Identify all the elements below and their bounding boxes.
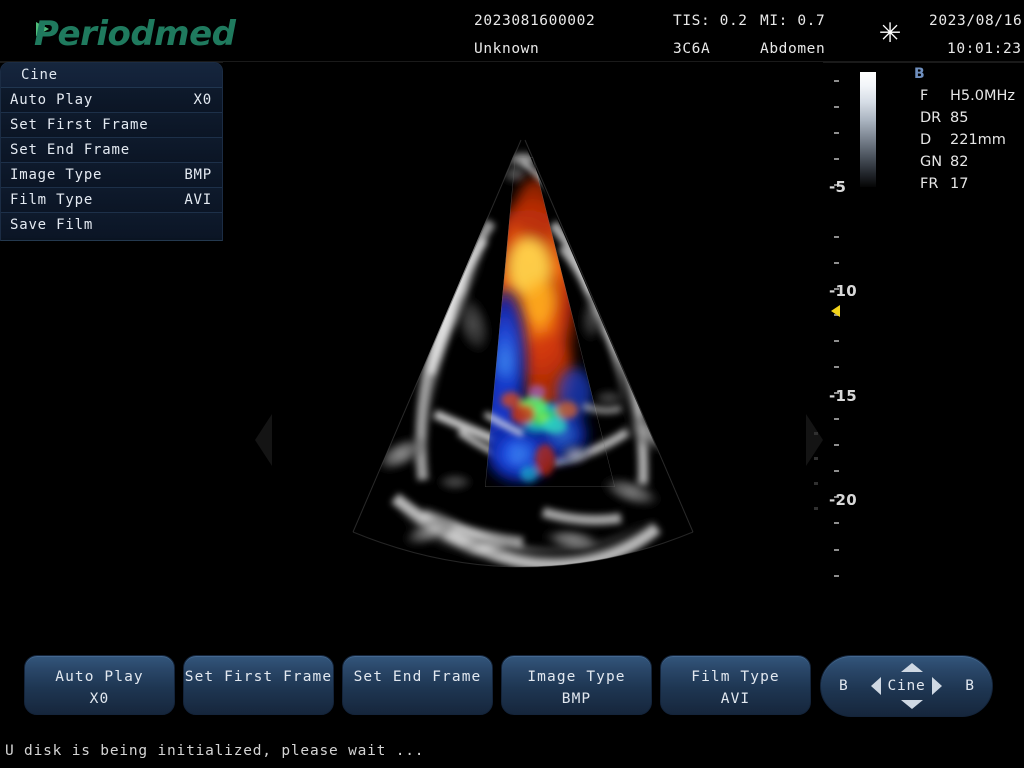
param-key: D <box>920 132 931 148</box>
param-value: 17 <box>950 176 968 192</box>
menu-item-value: X0 <box>194 92 212 108</box>
param-key: GN <box>920 154 942 170</box>
depth-minor-tick <box>834 80 839 82</box>
depth-minor-tick <box>834 366 839 368</box>
nav-right-label: B <box>965 678 974 694</box>
menu-item-label: Set First Frame <box>10 117 148 133</box>
focus-marker-icon[interactable] <box>831 305 840 317</box>
menu-item-set-first-frame[interactable]: Set First Frame <box>1 113 222 138</box>
softkey-image-type[interactable]: Image Type BMP <box>501 655 652 715</box>
menu-item-label: Set End Frame <box>10 142 130 158</box>
depth-minor-tick <box>834 549 839 551</box>
param-key: F <box>920 88 928 104</box>
param-value: H5.0MHz <box>950 88 1015 104</box>
menu-item-auto-play[interactable]: Auto Play X0 <box>1 88 222 113</box>
sector-tick-mark <box>814 482 818 485</box>
parameter-panel: B F H5.0MHz DR 85 D 221mm GN 82 FR 17 <box>905 62 1024 202</box>
depth-minor-tick <box>834 418 839 420</box>
patient-id: 2023081600002 <box>474 13 595 29</box>
softkey-value: AVI <box>661 691 810 707</box>
soft-button-bar: Auto Play X0 Set First Frame Set End Fra… <box>0 640 1024 732</box>
menu-item-label: Image Type <box>10 167 102 183</box>
softkey-label: Film Type <box>661 669 810 685</box>
menu-item-image-type[interactable]: Image Type BMP <box>1 163 222 188</box>
param-key: FR <box>920 176 938 192</box>
softkey-label: Set First Frame <box>184 669 333 685</box>
sector-tick-mark <box>814 432 818 435</box>
ultrasound-image-area[interactable] <box>223 62 823 632</box>
chevron-down-icon[interactable] <box>901 700 923 709</box>
exam-date: 2023/08/16 <box>929 13 1022 29</box>
softkey-auto-play[interactable]: Auto Play X0 <box>24 655 175 715</box>
snowflake-icon[interactable]: ✳ <box>876 20 904 48</box>
tis-value: TIS: 0.2 <box>673 13 748 29</box>
softkey-film-type[interactable]: Film Type AVI <box>660 655 811 715</box>
softkey-value: X0 <box>25 691 174 707</box>
menu-item-value: BMP <box>184 167 212 183</box>
depth-minor-tick <box>834 340 839 342</box>
mi-value: MI: 0.7 <box>760 13 825 29</box>
softkey-set-end-frame[interactable]: Set End Frame <box>342 655 493 715</box>
status-message: U disk is being initialized, please wait… <box>5 743 424 759</box>
depth-label-10: -10 <box>829 282 857 300</box>
probe-name: 3C6A <box>673 41 710 57</box>
depth-minor-tick <box>834 444 839 446</box>
param-value: 82 <box>950 154 968 170</box>
cine-menu-panel: Cine Auto Play X0 Set First Frame Set En… <box>0 62 223 241</box>
brand-logo: Periodmed <box>34 14 236 54</box>
header-bar: Periodmed 2023081600002 Unknown TIS: 0.2… <box>0 0 1024 62</box>
depth-minor-tick <box>834 132 839 134</box>
depth-label-5: -5 <box>829 178 846 196</box>
menu-item-label: Auto Play <box>10 92 93 108</box>
softkey-label: Image Type <box>502 669 651 685</box>
exam-type: Abdomen <box>760 41 825 57</box>
param-value: 221mm <box>950 132 1006 148</box>
depth-minor-tick <box>834 158 839 160</box>
depth-label-15: -15 <box>829 387 857 405</box>
menu-item-save-film[interactable]: Save Film <box>1 213 222 238</box>
ultrasound-doppler-image <box>223 62 823 632</box>
menu-item-value: AVI <box>184 192 212 208</box>
menu-header-cine: Cine <box>1 63 222 88</box>
softkey-label: Auto Play <box>25 669 174 685</box>
softkey-label: Set End Frame <box>343 669 492 685</box>
softkey-value: BMP <box>502 691 651 707</box>
depth-minor-tick <box>834 236 839 238</box>
ultrasound-screen: Periodmed 2023081600002 Unknown TIS: 0.2… <box>0 0 1024 768</box>
depth-minor-tick <box>834 106 839 108</box>
softkey-set-first-frame[interactable]: Set First Frame <box>183 655 334 715</box>
depth-label-20: -20 <box>829 491 857 509</box>
depth-minor-tick <box>834 522 839 524</box>
menu-title-label: Cine <box>21 67 58 83</box>
sector-tick-mark <box>814 507 818 510</box>
depth-minor-tick <box>834 575 839 577</box>
patient-name: Unknown <box>474 41 539 57</box>
grayscale-bar <box>860 72 876 187</box>
left-edge-triangle-icon <box>255 414 272 466</box>
chevron-up-icon[interactable] <box>901 663 923 672</box>
imaging-mode-label: B <box>914 66 925 82</box>
sector-tick-mark <box>814 457 818 460</box>
status-bar: U disk is being initialized, please wait… <box>0 732 1024 768</box>
depth-scale: -5 -10 -15 -20 <box>823 62 863 632</box>
menu-item-film-type[interactable]: Film Type AVI <box>1 188 222 213</box>
menu-item-label: Film Type <box>10 192 93 208</box>
menu-item-label: Save Film <box>10 217 93 233</box>
param-key: DR <box>920 110 941 126</box>
depth-minor-tick <box>834 262 839 264</box>
exam-time: 10:01:23 <box>947 41 1022 57</box>
menu-item-set-end-frame[interactable]: Set End Frame <box>1 138 222 163</box>
param-value: 85 <box>950 110 968 126</box>
softkey-cine-navigator[interactable]: B Cine B <box>820 655 993 717</box>
depth-minor-tick <box>834 470 839 472</box>
